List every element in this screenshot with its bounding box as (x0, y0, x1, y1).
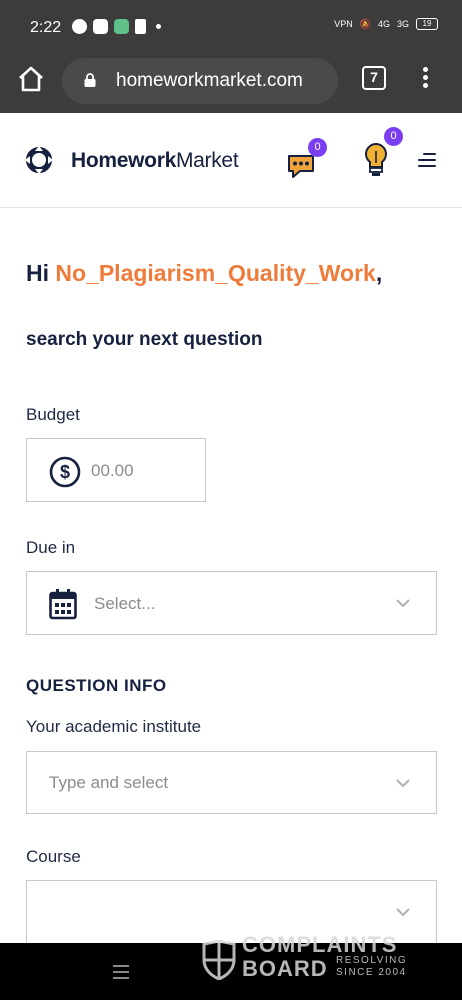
more-vert-icon[interactable] (420, 64, 430, 94)
watermark-tagline: RESOLVING SINCE 2004 (336, 955, 407, 979)
lightbulb-icon[interactable] (361, 141, 391, 179)
tiktok-icon (135, 19, 146, 34)
chevron-down-icon (396, 908, 410, 917)
tabs-icon[interactable]: 7 (362, 66, 386, 90)
watermark-tagline1: RESOLVING (336, 955, 408, 966)
budget-placeholder: 00.00 (91, 461, 134, 480)
messages-badge: 0 (308, 138, 327, 157)
chevron-down-icon (396, 779, 410, 788)
watermark-line1: COMPLAINTS (242, 932, 398, 957)
logo-bold: Homework (71, 149, 176, 172)
signal-4g-label: 4G (377, 19, 390, 29)
app-icon (114, 19, 129, 34)
svg-text:$: $ (60, 462, 70, 482)
page-subtitle: search your next question (26, 329, 263, 350)
signal-3g-label: 3G (396, 19, 409, 29)
notification-icons (72, 19, 161, 34)
site-header: HomeworkMarket 0 0 (0, 113, 462, 208)
due-select[interactable]: Select... (26, 571, 437, 635)
institute-select[interactable]: Type and select (26, 751, 437, 814)
username: No_Plagiarism_Quality_Work (55, 260, 376, 286)
system-status: VPN 🔕 4G 3G 19 (334, 18, 438, 30)
budget-input[interactable]: $ 00.00 (26, 438, 206, 502)
greeting-heading: Hi No_Plagiarism_Quality_Work, (26, 260, 382, 287)
course-label: Course (26, 847, 81, 866)
section-title: QUESTION INFO (26, 676, 167, 695)
budget-label: Budget (26, 405, 80, 424)
whatsapp-icon (72, 19, 87, 34)
greeting-prefix: Hi (26, 260, 56, 286)
logo-wordmark[interactable]: HomeworkMarket (71, 149, 239, 173)
notifications-badge: 0 (384, 127, 403, 146)
chevron-down-icon (396, 599, 410, 608)
hamburger-icon[interactable] (418, 153, 438, 169)
lock-icon (84, 73, 96, 87)
watermark-tagline2: SINCE 2004 (336, 967, 407, 978)
status-bar: 2:22 VPN 🔕 4G 3G 19 (0, 0, 462, 56)
due-label: Due in (26, 538, 76, 557)
logo-light: Market (175, 149, 239, 172)
institute-placeholder: Type and select (49, 773, 169, 792)
due-placeholder: Select... (94, 594, 156, 613)
url-text: homeworkmarket.com (116, 70, 303, 91)
logo-icon[interactable] (25, 146, 53, 174)
greeting-suffix: , (375, 260, 383, 286)
calendar-icon (49, 589, 77, 620)
recent-apps-icon[interactable] (113, 965, 129, 979)
snapchat-icon (93, 19, 108, 34)
more-notifications-dot (156, 24, 161, 29)
browser-toolbar: homeworkmarket.com 7 (0, 56, 462, 113)
dollar-icon: $ (49, 456, 81, 488)
vpn-label: VPN (334, 19, 353, 29)
battery-icon: 19 (416, 18, 438, 30)
institute-label: Your academic institute (26, 717, 202, 736)
mute-icon: 🔕 (359, 18, 371, 29)
watermark-shield-icon (202, 940, 236, 980)
status-time: 2:22 (30, 19, 62, 36)
home-icon[interactable] (16, 64, 46, 94)
address-bar[interactable]: homeworkmarket.com (62, 58, 338, 104)
